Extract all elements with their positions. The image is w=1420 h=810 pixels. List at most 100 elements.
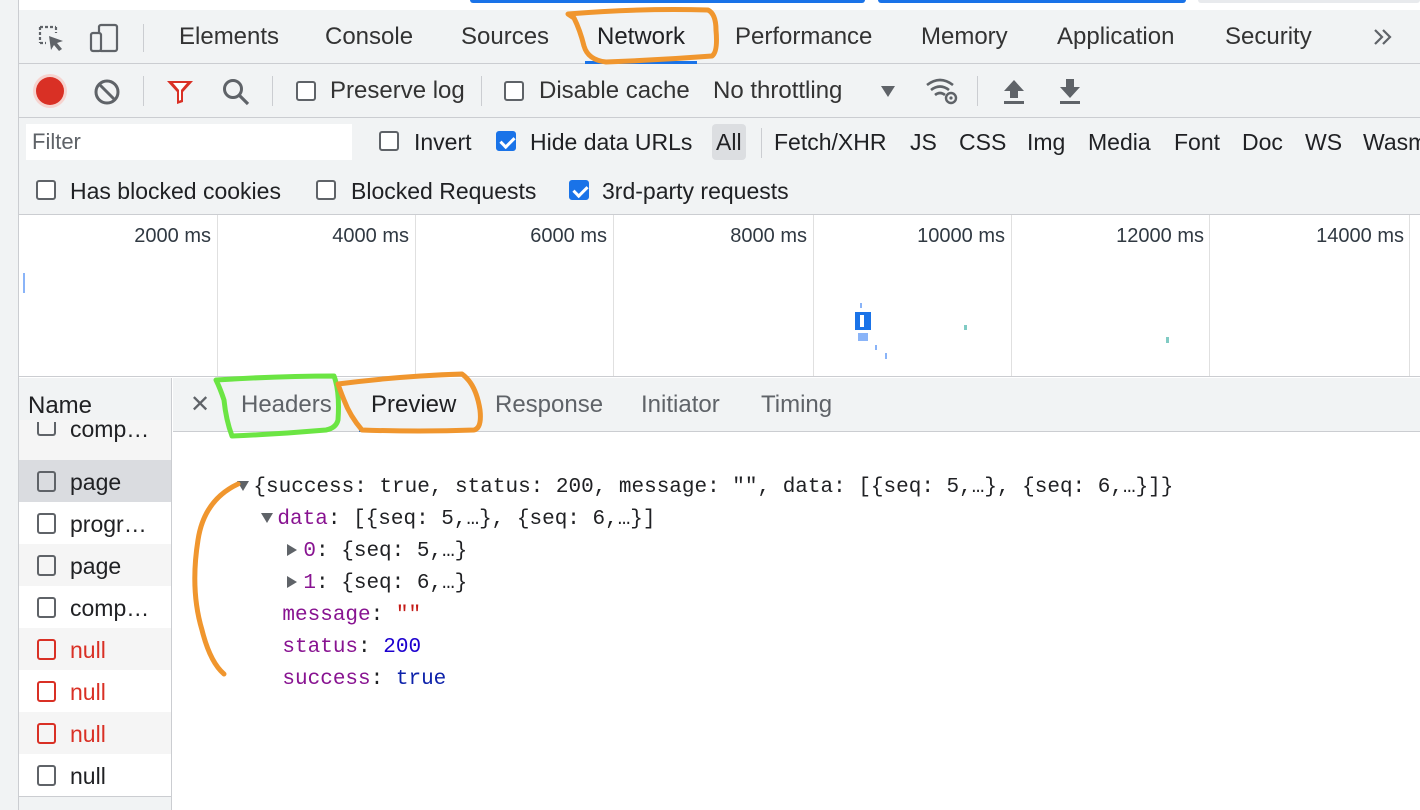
request-row[interactable]: comp… bbox=[19, 418, 171, 460]
invert-checkbox[interactable] bbox=[379, 131, 399, 151]
search-icon[interactable] bbox=[221, 77, 251, 107]
timeline-request-mark bbox=[858, 333, 868, 341]
timeline-request-mark bbox=[1166, 337, 1169, 343]
network-toolbar: Preserve log Disable cache No throttling bbox=[19, 64, 1420, 118]
timeline-tick-label: 8000 ms bbox=[730, 225, 807, 247]
request-row[interactable]: progr… bbox=[19, 502, 171, 544]
timeline-request-mark bbox=[885, 353, 887, 359]
request-name: page bbox=[70, 553, 122, 579]
has-blocked-cookies-checkbox[interactable] bbox=[36, 180, 56, 200]
type-filter-font[interactable]: Font bbox=[1174, 124, 1220, 160]
request-row[interactable]: page bbox=[19, 544, 171, 586]
type-filter-css[interactable]: CSS bbox=[959, 124, 1006, 160]
type-filter-ws[interactable]: WS bbox=[1305, 124, 1342, 160]
throttling-select[interactable]: No throttling bbox=[713, 64, 842, 118]
timeline-tick-label: 6000 ms bbox=[530, 225, 607, 247]
row-checkbox[interactable] bbox=[37, 422, 56, 436]
row-checkbox[interactable] bbox=[37, 597, 56, 618]
json-preview: {success: true, status: 200, message: ""… bbox=[173, 432, 1420, 810]
row-checkbox[interactable] bbox=[37, 723, 56, 744]
row-checkbox[interactable] bbox=[37, 555, 56, 576]
browser-top-strip bbox=[0, 0, 1420, 10]
record-button[interactable] bbox=[36, 77, 64, 105]
timeline-tick-label: 10000 ms bbox=[917, 225, 1005, 247]
list-bottom-divider bbox=[19, 796, 171, 810]
tab-console[interactable]: Console bbox=[325, 10, 413, 64]
request-row[interactable]: comp… bbox=[19, 586, 171, 628]
request-row[interactable]: null bbox=[19, 754, 171, 796]
clear-icon[interactable] bbox=[93, 78, 121, 106]
type-filter-fetch-xhr[interactable]: Fetch/XHR bbox=[774, 124, 886, 160]
type-filter-media[interactable]: Media bbox=[1088, 124, 1151, 160]
dropdown-arrow-icon[interactable] bbox=[881, 85, 895, 97]
has-blocked-cookies-label: Has blocked cookies bbox=[70, 178, 281, 204]
tab-network[interactable]: Network bbox=[584, 10, 698, 64]
row-checkbox[interactable] bbox=[37, 513, 56, 534]
json-success-line: success: true bbox=[282, 668, 447, 691]
devtools-tab-bar: Elements Console Sources Network Perform… bbox=[19, 10, 1420, 64]
request-row[interactable]: null bbox=[19, 670, 171, 712]
row-checkbox[interactable] bbox=[37, 471, 56, 492]
type-filter-js[interactable]: JS bbox=[910, 124, 937, 160]
inspect-element-icon[interactable] bbox=[37, 24, 67, 54]
detail-tab-bar: ✕ Headers Preview Response Initiator Tim… bbox=[173, 378, 1420, 432]
timeline-request-mark bbox=[860, 315, 864, 327]
tab-response[interactable]: Response bbox=[495, 378, 603, 432]
request-name: null bbox=[70, 721, 106, 747]
hide-data-urls-checkbox[interactable] bbox=[496, 131, 516, 151]
json-key: success bbox=[282, 668, 371, 691]
disable-cache-label: Disable cache bbox=[539, 77, 690, 104]
request-name: progr… bbox=[70, 511, 147, 537]
blocked-requests-checkbox[interactable] bbox=[316, 180, 336, 200]
request-row[interactable]: null bbox=[19, 628, 171, 670]
type-filter-wasm[interactable]: Wasm bbox=[1363, 124, 1420, 160]
request-row[interactable]: null bbox=[19, 712, 171, 754]
timeline-tick-label: 4000 ms bbox=[332, 225, 409, 247]
third-party-requests-checkbox[interactable] bbox=[569, 180, 589, 200]
tab-performance[interactable]: Performance bbox=[735, 10, 872, 64]
timeline-request-mark bbox=[875, 345, 877, 350]
import-har-icon[interactable] bbox=[1001, 77, 1027, 105]
timeline-overview[interactable]: 2000 ms 4000 ms 6000 ms 8000 ms 10000 ms… bbox=[19, 215, 1420, 377]
request-name: comp… bbox=[70, 595, 150, 621]
tab-preview[interactable]: Preview bbox=[358, 378, 469, 432]
invert-label: Invert bbox=[414, 129, 472, 155]
tab-sources[interactable]: Sources bbox=[461, 10, 549, 64]
timeline-request-mark bbox=[964, 325, 967, 330]
disable-cache-checkbox[interactable] bbox=[504, 81, 524, 101]
row-checkbox[interactable] bbox=[37, 765, 56, 786]
request-name: null bbox=[70, 679, 106, 705]
preserve-log-checkbox[interactable] bbox=[296, 81, 316, 101]
row-checkbox[interactable] bbox=[37, 681, 56, 702]
row-checkbox[interactable] bbox=[37, 639, 56, 660]
tab-initiator[interactable]: Initiator bbox=[641, 378, 720, 432]
more-tabs-chevron-icon[interactable] bbox=[1371, 24, 1395, 50]
tab-timing[interactable]: Timing bbox=[761, 378, 832, 432]
timeline-tick-label: 2000 ms bbox=[134, 225, 211, 247]
tab-memory[interactable]: Memory bbox=[921, 10, 1008, 64]
device-toolbar-icon[interactable] bbox=[89, 23, 121, 53]
type-filter-doc[interactable]: Doc bbox=[1242, 124, 1283, 160]
filter-funnel-icon[interactable] bbox=[165, 78, 195, 106]
tab-application[interactable]: Application bbox=[1057, 10, 1174, 64]
preserve-log-label: Preserve log bbox=[330, 77, 465, 104]
network-conditions-icon[interactable] bbox=[924, 76, 960, 106]
tab-elements[interactable]: Elements bbox=[179, 10, 279, 64]
request-name: page bbox=[70, 469, 122, 495]
request-row[interactable]: page bbox=[19, 460, 171, 502]
timeline-request-mark bbox=[23, 273, 25, 293]
timeline-request-mark bbox=[860, 303, 862, 308]
filter-bar: Invert Hide data URLs All Fetch/XHR JS C… bbox=[19, 118, 1420, 215]
close-icon[interactable]: ✕ bbox=[190, 390, 210, 419]
tab-headers[interactable]: Headers bbox=[241, 378, 332, 432]
type-filter-all[interactable]: All bbox=[712, 124, 746, 160]
request-list: Name comp… page progr… page comp… null n… bbox=[19, 378, 172, 810]
export-har-icon[interactable] bbox=[1057, 77, 1083, 105]
timeline-tick-label: 12000 ms bbox=[1116, 225, 1204, 247]
request-name: null bbox=[70, 763, 106, 789]
json-boolean-value: true bbox=[395, 668, 447, 691]
type-filter-img[interactable]: Img bbox=[1027, 124, 1065, 160]
tab-security[interactable]: Security bbox=[1225, 10, 1312, 64]
filter-input[interactable] bbox=[26, 124, 352, 160]
timeline-tick-label: 14000 ms bbox=[1316, 225, 1404, 247]
